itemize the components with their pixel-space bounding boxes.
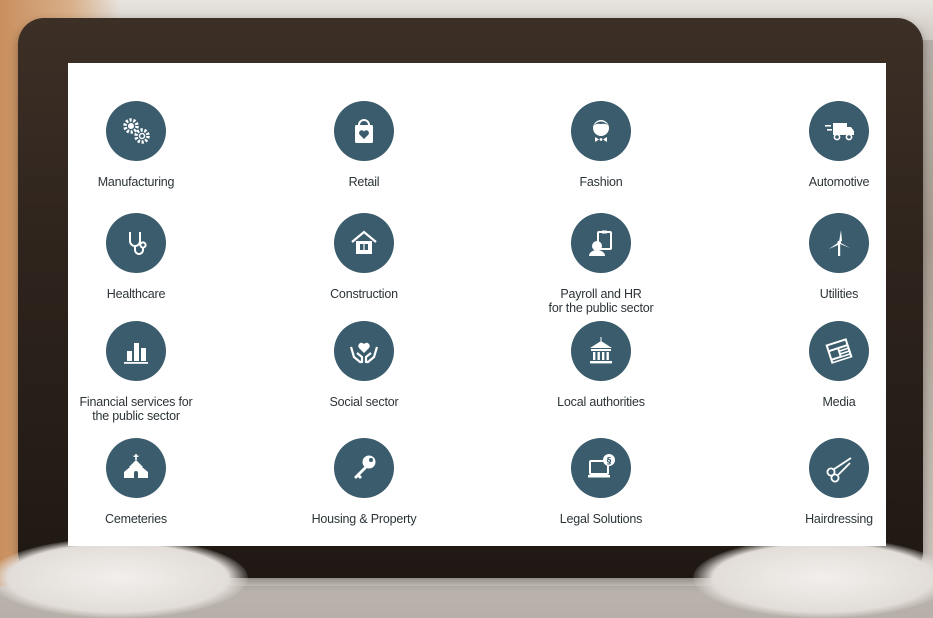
monitor-screen: Manufacturing Retail Fashion Automotive … — [68, 63, 886, 546]
sector-tile-utilities[interactable]: Utilities — [759, 213, 919, 301]
delivery-truck-icon — [809, 101, 869, 161]
sector-label: Social sector — [329, 395, 399, 409]
sector-tile-fashion[interactable]: Fashion — [521, 101, 681, 189]
scissors-icon — [809, 438, 869, 498]
government-building-icon — [571, 321, 631, 381]
sector-label-line-1: Financial services for — [79, 395, 193, 409]
sector-label: Construction — [330, 287, 398, 301]
clipboard-person-icon — [571, 213, 631, 273]
hands-heart-icon — [334, 321, 394, 381]
sector-label: Housing & Property — [311, 512, 417, 526]
wind-turbine-icon — [809, 213, 869, 273]
monitor-stand-right — [693, 538, 933, 618]
sector-label-line-2: for the public sector — [548, 301, 654, 315]
computer-paragraph-icon: § — [571, 438, 631, 498]
sector-label: Retail — [348, 175, 380, 189]
sector-label: Healthcare — [106, 287, 166, 301]
sector-label: Media — [822, 395, 856, 409]
sector-label: Financial services for the public sector — [56, 395, 216, 423]
sector-label: Cemeteries — [105, 512, 167, 526]
sector-label-line-1: Payroll and HR — [560, 287, 642, 301]
sector-label: Fashion — [579, 175, 623, 189]
sector-label: Utilities — [819, 287, 859, 301]
bar-chart-icon — [106, 321, 166, 381]
sector-tile-hairdressing[interactable]: Hairdressing — [759, 438, 919, 526]
person-bowtie-icon — [571, 101, 631, 161]
svg-text:§: § — [607, 457, 612, 467]
house-icon — [334, 213, 394, 273]
sector-tile-retail[interactable]: Retail — [284, 101, 444, 189]
sector-tile-automotive[interactable]: Automotive — [759, 101, 919, 189]
sector-label: Legal Solutions — [559, 512, 643, 526]
sector-tile-legal-solutions[interactable]: § Legal Solutions — [521, 438, 681, 526]
sector-tile-healthcare[interactable]: Healthcare — [56, 213, 216, 301]
sector-label: Local authorities — [557, 395, 645, 409]
chapel-icon — [106, 438, 166, 498]
newspaper-icon — [809, 321, 869, 381]
sector-label: Automotive — [808, 175, 870, 189]
sector-tile-manufacturing[interactable]: Manufacturing — [56, 101, 216, 189]
gears-icon — [106, 101, 166, 161]
key-icon — [334, 438, 394, 498]
sector-label-line-2: the public sector — [92, 409, 180, 423]
sector-tile-media[interactable]: Media — [759, 321, 919, 409]
monitor-stand-left — [0, 538, 248, 618]
sector-tile-cemeteries[interactable]: Cemeteries — [56, 438, 216, 526]
shopping-bag-heart-icon — [334, 101, 394, 161]
sector-tile-payroll-hr[interactable]: Payroll and HR for the public sector — [521, 213, 681, 315]
sector-label: Payroll and HR for the public sector — [521, 287, 681, 315]
sector-tile-housing-property[interactable]: Housing & Property — [284, 438, 444, 526]
stethoscope-icon — [106, 213, 166, 273]
sector-tile-social-sector[interactable]: Social sector — [284, 321, 444, 409]
sector-label: Hairdressing — [805, 512, 873, 526]
sector-tile-local-authorities[interactable]: Local authorities — [521, 321, 681, 409]
sector-label: Manufacturing — [97, 175, 175, 189]
sector-tile-construction[interactable]: Construction — [284, 213, 444, 301]
sector-tile-financial-services[interactable]: Financial services for the public sector — [56, 321, 216, 423]
